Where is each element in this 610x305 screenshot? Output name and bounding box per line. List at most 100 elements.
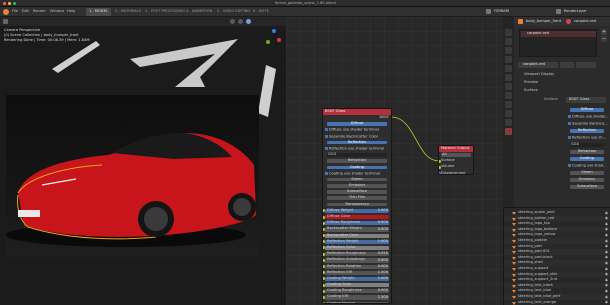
option-row[interactable]: Refraction	[566, 149, 608, 156]
visibility-eye-icon[interactable]: ◉	[605, 289, 608, 294]
material-browse-value[interactable]: carpaint.red	[523, 62, 545, 67]
tab-video-editing[interactable]: 5 - VIDEO EDITING	[214, 8, 253, 16]
material-link-select[interactable]	[576, 62, 596, 68]
checkbox-row[interactable]: Separate Backsca...	[566, 121, 608, 128]
menu-edit[interactable]: Edit	[22, 9, 29, 14]
output-socket-displacement[interactable]: Displacement	[439, 171, 473, 174]
output-target-value[interactable]: All	[441, 152, 471, 157]
sheen-toggle-button[interactable]: Sheen	[570, 170, 604, 175]
subsurface-toggle-button[interactable]: Subsurface	[327, 190, 387, 194]
material-slots-list[interactable]: carpaint.red	[519, 29, 597, 57]
checkbox-icon[interactable]	[568, 136, 571, 139]
subsurface-toggle-button[interactable]: Subsurface	[570, 184, 604, 189]
render-tab-icon[interactable]	[505, 38, 512, 45]
visibility-eye-icon[interactable]: ◉	[605, 261, 608, 266]
option-row[interactable]: Coating	[566, 156, 608, 163]
material-browse-field[interactable]: carpaint.red	[518, 62, 558, 68]
checkbox-icon[interactable]	[325, 171, 328, 175]
visibility-eye-icon[interactable]: ◉	[605, 250, 608, 255]
material-tab-icon[interactable]	[505, 128, 512, 135]
diffuse-toggle-button[interactable]: Diffuse	[327, 122, 387, 126]
visibility-eye-icon[interactable]: ◉	[605, 300, 608, 305]
reflection-toggle-button[interactable]: Reflection	[570, 128, 604, 133]
checkbox-icon[interactable]	[325, 146, 328, 150]
panel-preview[interactable]: Preview	[524, 80, 538, 85]
data-tab-icon[interactable]	[505, 119, 512, 126]
material-name[interactable]: carpaint.red	[574, 19, 596, 24]
distribution-value[interactable]: GGX	[327, 153, 387, 157]
visibility-eye-icon[interactable]: ◉	[605, 295, 608, 300]
visibility-eye-icon[interactable]: ◉	[605, 228, 608, 232]
panel-viewport-display[interactable]: Viewport Display	[524, 72, 554, 77]
minimize-window-button[interactable]	[8, 2, 11, 5]
socket-icon[interactable]	[439, 172, 441, 174]
refraction-toggle-button[interactable]: Refraction	[570, 149, 604, 154]
panel-surface[interactable]: Surface	[524, 88, 538, 93]
checkbox-icon[interactable]	[325, 128, 328, 132]
emission-toggle-button[interactable]: Emission	[570, 177, 604, 182]
menu-render[interactable]: Render	[33, 9, 46, 14]
outliner-item[interactable]: steering_text_orange ◉	[504, 300, 610, 305]
physics-tab-icon[interactable]	[505, 101, 512, 108]
material-output-node[interactable]: Material Output All Surface Volume Displ…	[438, 145, 474, 175]
scene-name[interactable]: FERRARI	[494, 9, 509, 14]
visibility-eye-icon[interactable]: ◉	[605, 278, 608, 283]
tab-materials[interactable]: 2 - MATERIALS	[112, 8, 144, 16]
3d-viewport[interactable]: Camera Perspective (0) Scene Collection …	[0, 17, 286, 305]
visibility-eye-icon[interactable]: ◉	[605, 267, 608, 272]
checkbox-icon[interactable]	[568, 115, 571, 118]
outliner[interactable]: steering_spoke_joint ◉ steering_button_red…	[503, 207, 610, 305]
node-input-socket[interactable]: Coating Normal	[323, 301, 391, 303]
thin-film-toggle-button[interactable]: Thin Film	[327, 196, 387, 201]
view-layer-tab-icon[interactable]	[505, 56, 512, 63]
surface-shader-value[interactable]: BSDF Glass	[569, 97, 589, 102]
menu-file[interactable]: File	[12, 9, 18, 14]
checkbox-icon[interactable]	[325, 134, 328, 138]
tool-tab-icon[interactable]	[505, 29, 512, 36]
visibility-eye-icon[interactable]: ◉	[605, 222, 608, 227]
material-user-count[interactable]	[560, 62, 574, 68]
object-tab-icon[interactable]	[505, 83, 512, 90]
visibility-eye-icon[interactable]: ◉	[605, 216, 608, 221]
checkbox-row[interactable]: Diffuse use shader...	[566, 114, 609, 121]
modifier-tab-icon[interactable]	[505, 92, 512, 99]
surface-shader-select[interactable]: BSDF Glass	[566, 97, 606, 103]
refraction-toggle-button[interactable]: Refraction	[327, 159, 387, 163]
socket-icon[interactable]	[439, 159, 441, 163]
visibility-eye-icon[interactable]: ◉	[605, 256, 608, 260]
emission-toggle-button[interactable]: Emission	[327, 183, 387, 188]
material-slot-item[interactable]: carpaint.red	[521, 31, 596, 37]
coating-toggle-button[interactable]: Coating	[327, 165, 387, 170]
socket-icon[interactable]	[439, 165, 441, 169]
blender-logo-icon[interactable]	[3, 9, 9, 15]
visibility-eye-icon[interactable]: ◉	[605, 239, 608, 244]
option-row[interactable]: Reflection	[566, 128, 608, 135]
object-name[interactable]: body_bumper_front	[526, 19, 561, 24]
visibility-eye-icon[interactable]: ◉	[605, 233, 608, 238]
checkbox-row[interactable]: Coating use shad...	[566, 163, 608, 170]
tab-animation[interactable]: 4 - ANIMATION	[183, 8, 215, 16]
checkbox-row[interactable]: Reflection use sh...	[566, 135, 608, 142]
world-tab-icon[interactable]	[505, 74, 512, 81]
visibility-eye-icon[interactable]: ◉	[605, 244, 608, 249]
constraint-tab-icon[interactable]	[505, 110, 512, 117]
visibility-eye-icon[interactable]: ◉	[605, 211, 608, 216]
option-row[interactable]: Subsurface	[566, 184, 608, 191]
shader-node-editor[interactable]: BSDF Glass BSDF Diffuse Diffuse use shade…	[286, 17, 503, 305]
sheen-toggle-button[interactable]: Sheen	[327, 177, 387, 182]
diffuse-toggle-button[interactable]: Diffuse	[570, 107, 604, 112]
distribution-select[interactable]: GGX	[566, 142, 608, 149]
remove-slot-button[interactable]: −	[601, 36, 607, 42]
checkbox-icon[interactable]	[568, 122, 571, 125]
menu-window[interactable]: Window	[50, 9, 64, 14]
checkbox-icon[interactable]	[568, 164, 571, 167]
output-tab-icon[interactable]	[505, 47, 512, 54]
option-row[interactable]: Emission	[566, 177, 608, 184]
transparency-toggle-button[interactable]: Transparency	[327, 202, 387, 207]
visibility-eye-icon[interactable]: ◉	[605, 272, 608, 277]
tab-model[interactable]: 1 - MODEL	[86, 8, 111, 16]
distribution-value[interactable]: GGX	[570, 142, 604, 147]
reflection-toggle-button[interactable]: Reflection	[327, 140, 387, 145]
coating-toggle-button[interactable]: Coating	[570, 156, 604, 161]
option-row[interactable]: Diffuse	[566, 107, 608, 114]
